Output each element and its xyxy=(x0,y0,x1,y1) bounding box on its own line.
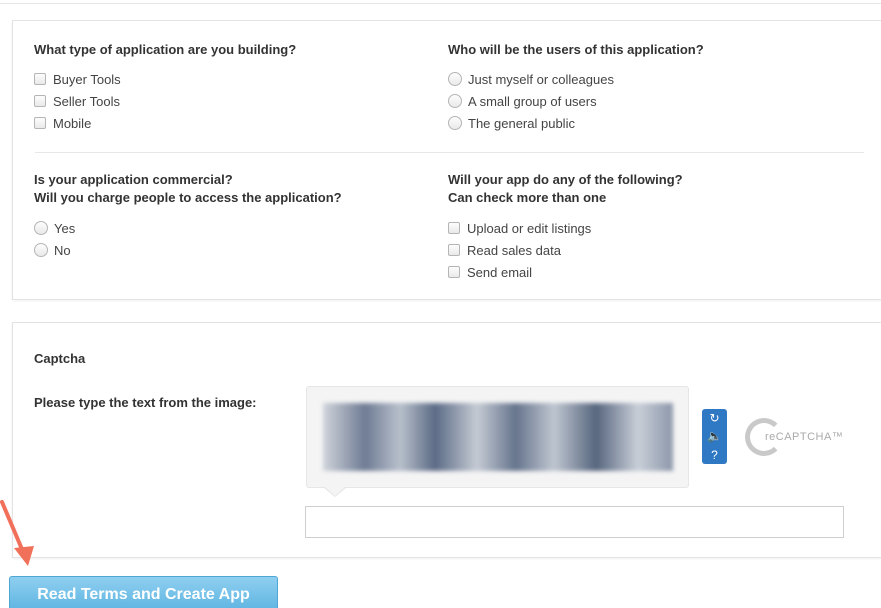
commercial-title-line1: Is your application commercial? xyxy=(34,172,233,187)
captcha-image-frame xyxy=(306,386,689,488)
option-label: Just myself or colleagues xyxy=(468,71,614,87)
captcha-input[interactable] xyxy=(305,506,844,538)
users-option-myself[interactable]: Just myself or colleagues xyxy=(448,68,704,90)
features-title-line2: Can check more than one xyxy=(448,190,607,205)
captcha-callout-tail xyxy=(323,486,347,497)
recaptcha-logo-text: reCAPTCHA™ xyxy=(765,431,844,443)
features-option-sales-data[interactable]: Read sales data xyxy=(448,239,683,261)
questions-panel: What type of application are you buildin… xyxy=(12,20,881,300)
features-title-line1: Will your app do any of the following? xyxy=(448,172,683,187)
read-terms-create-app-button[interactable]: Read Terms and Create App xyxy=(9,576,278,608)
option-label: Mobile xyxy=(53,115,92,131)
app-type-question: What type of application are you buildin… xyxy=(34,41,296,134)
features-option-email[interactable]: Send email xyxy=(448,261,683,283)
option-label: Seller Tools xyxy=(53,93,120,109)
captcha-image xyxy=(323,403,673,471)
option-label: Send email xyxy=(467,264,533,280)
app-type-title: What type of application are you buildin… xyxy=(34,42,297,57)
option-label: A small group of users xyxy=(468,93,597,109)
app-type-option-seller-tools[interactable]: Seller Tools xyxy=(34,90,296,112)
no-radio[interactable] xyxy=(34,243,48,257)
refresh-icon[interactable]: ↻ xyxy=(707,410,723,426)
audio-icon[interactable]: 🔈 xyxy=(707,428,723,444)
captcha-title: Captcha xyxy=(34,351,86,366)
commercial-option-yes[interactable]: Yes xyxy=(34,217,342,239)
option-label: Read sales data xyxy=(467,242,561,258)
section-divider xyxy=(35,152,864,153)
captcha-panel: Captcha Please type the text from the im… xyxy=(12,322,881,558)
buyer-tools-checkbox[interactable] xyxy=(34,73,46,85)
captcha-controls: ↻ 🔈 ? xyxy=(702,409,727,464)
mobile-checkbox[interactable] xyxy=(34,117,46,129)
help-icon[interactable]: ? xyxy=(707,447,723,463)
public-radio[interactable] xyxy=(448,116,462,130)
features-question: Will your app do any of the following? C… xyxy=(448,171,683,283)
top-divider xyxy=(0,0,881,4)
app-type-option-mobile[interactable]: Mobile xyxy=(34,112,296,134)
option-label: No xyxy=(54,242,71,258)
option-label: Yes xyxy=(54,220,76,236)
users-question: Who will be the users of this applicatio… xyxy=(448,41,704,134)
pointer-arrow-icon xyxy=(0,500,34,566)
captcha-prompt: Please type the text from the image: xyxy=(34,395,257,410)
users-option-small-group[interactable]: A small group of users xyxy=(448,90,704,112)
option-label: The general public xyxy=(468,115,575,131)
commercial-title-line2: Will you charge people to access the app… xyxy=(34,190,342,205)
commercial-question: Is your application commercial? Will you… xyxy=(34,171,342,261)
commercial-option-no[interactable]: No xyxy=(34,239,342,261)
users-option-public[interactable]: The general public xyxy=(448,112,704,134)
sales-data-checkbox[interactable] xyxy=(448,244,460,256)
app-type-option-buyer-tools[interactable]: Buyer Tools xyxy=(34,68,296,90)
option-label: Buyer Tools xyxy=(53,71,121,87)
features-option-upload[interactable]: Upload or edit listings xyxy=(448,217,683,239)
upload-checkbox[interactable] xyxy=(448,222,460,234)
option-label: Upload or edit listings xyxy=(467,220,592,236)
seller-tools-checkbox[interactable] xyxy=(34,95,46,107)
email-checkbox[interactable] xyxy=(448,266,460,278)
users-title: Who will be the users of this applicatio… xyxy=(448,42,704,57)
recaptcha-logo: reCAPTCHA™ xyxy=(745,415,855,459)
myself-radio[interactable] xyxy=(448,72,462,86)
small-group-radio[interactable] xyxy=(448,94,462,108)
yes-radio[interactable] xyxy=(34,221,48,235)
